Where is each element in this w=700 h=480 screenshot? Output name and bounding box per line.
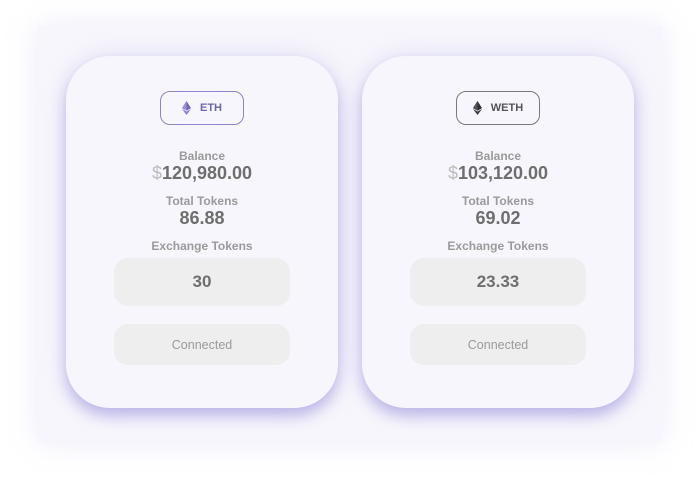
token-symbol: WETH [490, 102, 524, 114]
balance-amount: 120,980.00 [161, 163, 253, 183]
connected-button[interactable]: Connected [410, 324, 586, 365]
swap-panel: ETH Balance $120,980.00 Total Tokens 86.… [38, 26, 662, 442]
ethereum-icon [182, 101, 191, 115]
exchange-tokens-label: Exchange Tokens [447, 239, 549, 253]
eth-card: ETH Balance $120,980.00 Total Tokens 86.… [66, 56, 338, 408]
total-tokens-label: Total Tokens [165, 194, 239, 208]
balance-label: Balance [178, 149, 226, 163]
total-tokens-value: 86.88 [179, 208, 225, 228]
ethereum-icon [472, 101, 482, 115]
total-tokens-value: 69.02 [475, 208, 521, 228]
eth-token-selector[interactable]: ETH [160, 91, 244, 125]
exchange-tokens-input[interactable]: 23.33 [410, 258, 586, 306]
balance-value: $103,120.00 [362, 163, 634, 184]
total-tokens-label: Total Tokens [461, 194, 535, 208]
weth-card: WETH Balance $103,120.00 Total Tokens 69… [362, 56, 634, 408]
balance-amount: 103,120.00 [457, 163, 549, 183]
balance-label: Balance [474, 149, 522, 163]
balance-value: $120,980.00 [66, 163, 338, 184]
currency-symbol: $ [447, 163, 458, 183]
token-symbol: ETH [200, 102, 222, 114]
currency-symbol: $ [151, 163, 162, 183]
exchange-tokens-label: Exchange Tokens [151, 239, 253, 253]
connected-button[interactable]: Connected [114, 324, 290, 365]
weth-token-selector[interactable]: WETH [456, 91, 540, 125]
exchange-tokens-input[interactable]: 30 [114, 258, 290, 306]
